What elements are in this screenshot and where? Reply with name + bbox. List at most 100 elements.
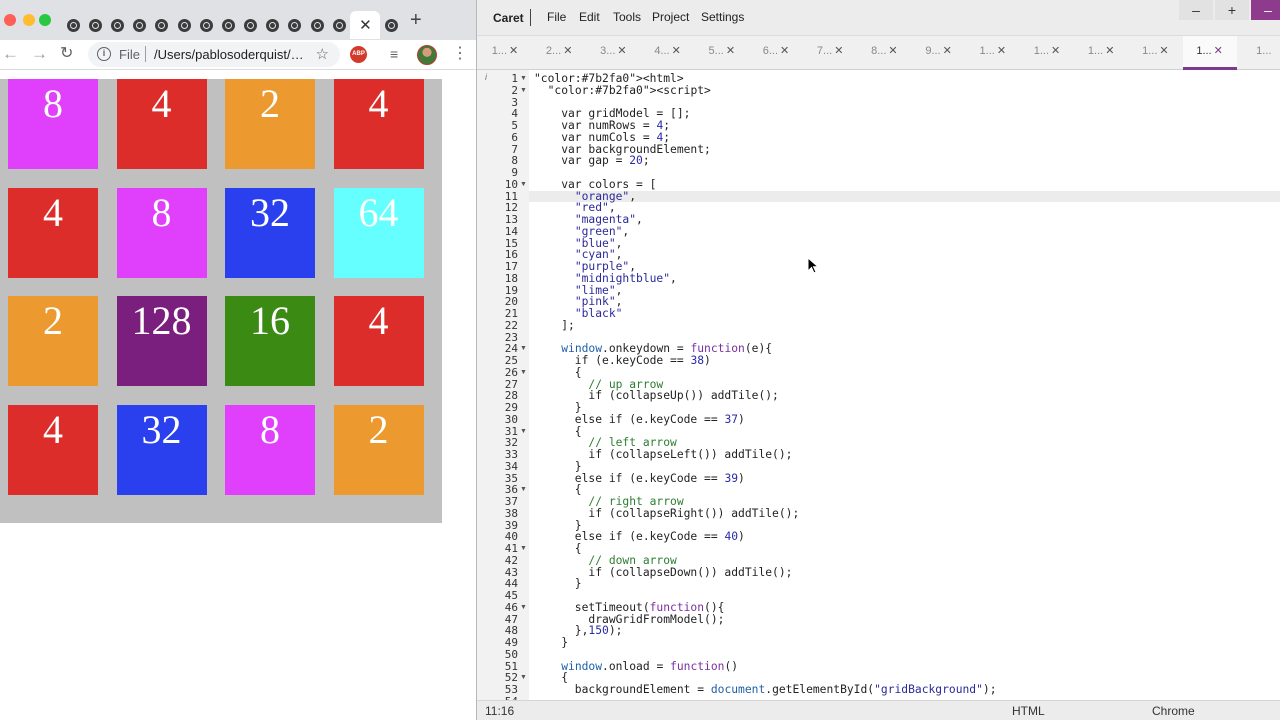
fold-arrow-icon[interactable]: ▼ xyxy=(520,426,527,438)
browser-tab[interactable] xyxy=(62,17,84,35)
editor-tab[interactable]: 1... xyxy=(1237,36,1280,70)
fold-arrow-icon[interactable]: ▼ xyxy=(520,543,527,555)
environment-label: Chrome xyxy=(1152,704,1195,718)
reading-list-icon[interactable]: ≡ xyxy=(390,46,398,62)
close-tab-icon[interactable]: ✕ xyxy=(672,45,681,57)
editor-tab[interactable]: 9... ✕ xyxy=(912,36,966,70)
menu-project[interactable]: Project xyxy=(652,10,689,24)
close-tab-icon[interactable]: ✕ xyxy=(780,45,789,57)
forward-arrow-icon[interactable]: → xyxy=(31,44,48,64)
editor-tab[interactable]: 2... ✕ xyxy=(532,36,586,70)
profile-avatar[interactable] xyxy=(417,45,437,65)
line-number: 6 xyxy=(511,130,518,144)
browser-tab[interactable] xyxy=(106,17,128,35)
address-bar[interactable]: i File /Users/pablosoderquist/… ☆ xyxy=(88,42,340,67)
code-line: } xyxy=(534,401,582,414)
line-number: 5 xyxy=(511,119,518,132)
grid-tile: 64 xyxy=(333,187,424,278)
editor-close-button[interactable]: – xyxy=(1251,0,1280,20)
close-tab-icon[interactable]: ✕ xyxy=(509,45,518,57)
menu-tools[interactable]: Tools xyxy=(613,10,641,24)
line-number: 45 xyxy=(504,589,518,602)
editor-minimize-button[interactable]: – xyxy=(1179,0,1213,20)
browser-tab[interactable] xyxy=(328,17,350,35)
editor-tab[interactable]: 1... ✕ xyxy=(478,36,532,70)
minimize-window-button[interactable] xyxy=(23,14,35,26)
editor-tab[interactable]: 8... ✕ xyxy=(857,36,911,70)
close-window-button[interactable] xyxy=(4,14,16,26)
code-line: } xyxy=(534,577,582,591)
editor-tab[interactable]: 7... ✕ xyxy=(803,36,857,70)
editor-tab[interactable]: 1... ✕ xyxy=(966,36,1020,70)
editor-tab[interactable]: 1... ✕ xyxy=(1182,36,1237,70)
editor-maximize-button[interactable]: + xyxy=(1215,0,1249,20)
browser-tab[interactable] xyxy=(173,17,195,35)
fold-arrow-icon[interactable]: ▼ xyxy=(520,602,527,614)
new-tab-button[interactable]: + xyxy=(410,10,422,30)
browser-tab[interactable] xyxy=(284,17,306,35)
close-tab-icon[interactable]: ✕ xyxy=(563,45,572,57)
browser-tab[interactable] xyxy=(151,17,173,35)
editor-tab[interactable]: 3... ✕ xyxy=(586,36,640,70)
url-text[interactable]: /Users/pablosoderquist/… xyxy=(154,47,304,62)
fold-arrow-icon[interactable]: ▼ xyxy=(520,343,527,355)
editor-tab-label: 1... xyxy=(979,45,995,57)
line-number: 46 xyxy=(504,600,518,614)
grid-tile: 8 xyxy=(116,187,207,278)
browser-tab[interactable] xyxy=(306,17,328,35)
editor-tab[interactable]: 1... ✕ xyxy=(1128,36,1182,70)
browser-tab[interactable] xyxy=(262,17,284,35)
browser-toolbar: ← → ↻ i File /Users/pablosoderquist/… ☆ … xyxy=(0,40,476,70)
editor-tab[interactable]: 4... ✕ xyxy=(641,36,695,70)
back-arrow-icon[interactable]: ← xyxy=(2,44,19,64)
menu-settings[interactable]: Settings xyxy=(701,10,744,24)
editor-tab[interactable]: 1... ✕ xyxy=(1020,36,1074,70)
browser-menu-icon[interactable]: ⋮ xyxy=(452,45,468,63)
code-area[interactable]: "color:#7b2fa0"><html> "color:#7b2fa0"><… xyxy=(529,70,1280,700)
browser-tab[interactable] xyxy=(129,17,151,35)
globe-icon xyxy=(199,19,213,32)
language-mode[interactable]: HTML xyxy=(1012,704,1045,718)
close-tab-icon[interactable]: ✕ xyxy=(617,45,626,57)
bookmark-star-icon[interactable]: ☆ xyxy=(316,45,329,63)
line-number: 9 xyxy=(511,166,518,179)
close-tab-icon[interactable]: ✕ xyxy=(1159,45,1168,57)
info-icon[interactable]: i xyxy=(97,47,111,61)
close-tab-icon[interactable]: ✕ xyxy=(997,45,1006,57)
globe-icon xyxy=(385,19,399,32)
browser-tab[interactable] xyxy=(217,17,239,35)
close-tab-icon[interactable]: ✕ xyxy=(888,45,897,57)
reload-icon[interactable]: ↻ xyxy=(60,44,73,64)
grid-tile: 4 xyxy=(333,79,424,169)
fold-arrow-icon[interactable]: ▼ xyxy=(520,85,527,97)
fold-arrow-icon[interactable]: ▼ xyxy=(520,179,527,191)
editor-tab-label: 4... xyxy=(654,45,670,57)
browser-tab[interactable] xyxy=(195,17,217,35)
browser-tab[interactable]: ✕ xyxy=(350,11,381,39)
code-line: if (collapseLeft()) addTile(); xyxy=(534,448,793,461)
menu-edit[interactable]: Edit xyxy=(579,10,600,24)
desktop: ✕ + ← → ↻ i File /Users/pablosoderquist/… xyxy=(0,0,1280,720)
close-tab-icon[interactable]: ✕ xyxy=(726,45,735,57)
menu-file[interactable]: File xyxy=(547,10,566,24)
fold-arrow-icon[interactable]: ▼ xyxy=(520,367,527,379)
browser-tab[interactable] xyxy=(380,17,402,35)
zoom-window-button[interactable] xyxy=(39,14,51,26)
close-tab-icon[interactable]: ✕ xyxy=(834,45,843,57)
code-line: } xyxy=(534,459,582,473)
fold-arrow-icon[interactable]: ▼ xyxy=(520,73,527,85)
editor-tab[interactable]: 1... ✕ xyxy=(1074,36,1128,70)
close-tab-icon[interactable]: ✕ xyxy=(1214,45,1223,57)
line-number-gutter: i 1 ▼ 2 ▼ 3 4 5 6 7 8 9 10 ▼ 11 12 13 14 15 16 17 18 19 20 21 22… xyxy=(477,70,529,700)
close-tab-icon[interactable]: ✕ xyxy=(1105,45,1114,57)
editor-tab[interactable]: 6... ✕ xyxy=(749,36,803,70)
browser-tab[interactable] xyxy=(84,17,106,35)
editor-tab[interactable]: 5... ✕ xyxy=(695,36,749,70)
fold-arrow-icon[interactable]: ▼ xyxy=(520,672,527,684)
browser-tab[interactable] xyxy=(240,17,262,35)
adblock-plus-icon[interactable]: ABP xyxy=(350,46,367,63)
close-tab-icon[interactable]: ✕ xyxy=(1051,45,1060,57)
close-tab-icon[interactable]: ✕ xyxy=(359,18,372,33)
fold-arrow-icon[interactable]: ▼ xyxy=(520,484,527,496)
close-tab-icon[interactable]: ✕ xyxy=(943,45,952,57)
